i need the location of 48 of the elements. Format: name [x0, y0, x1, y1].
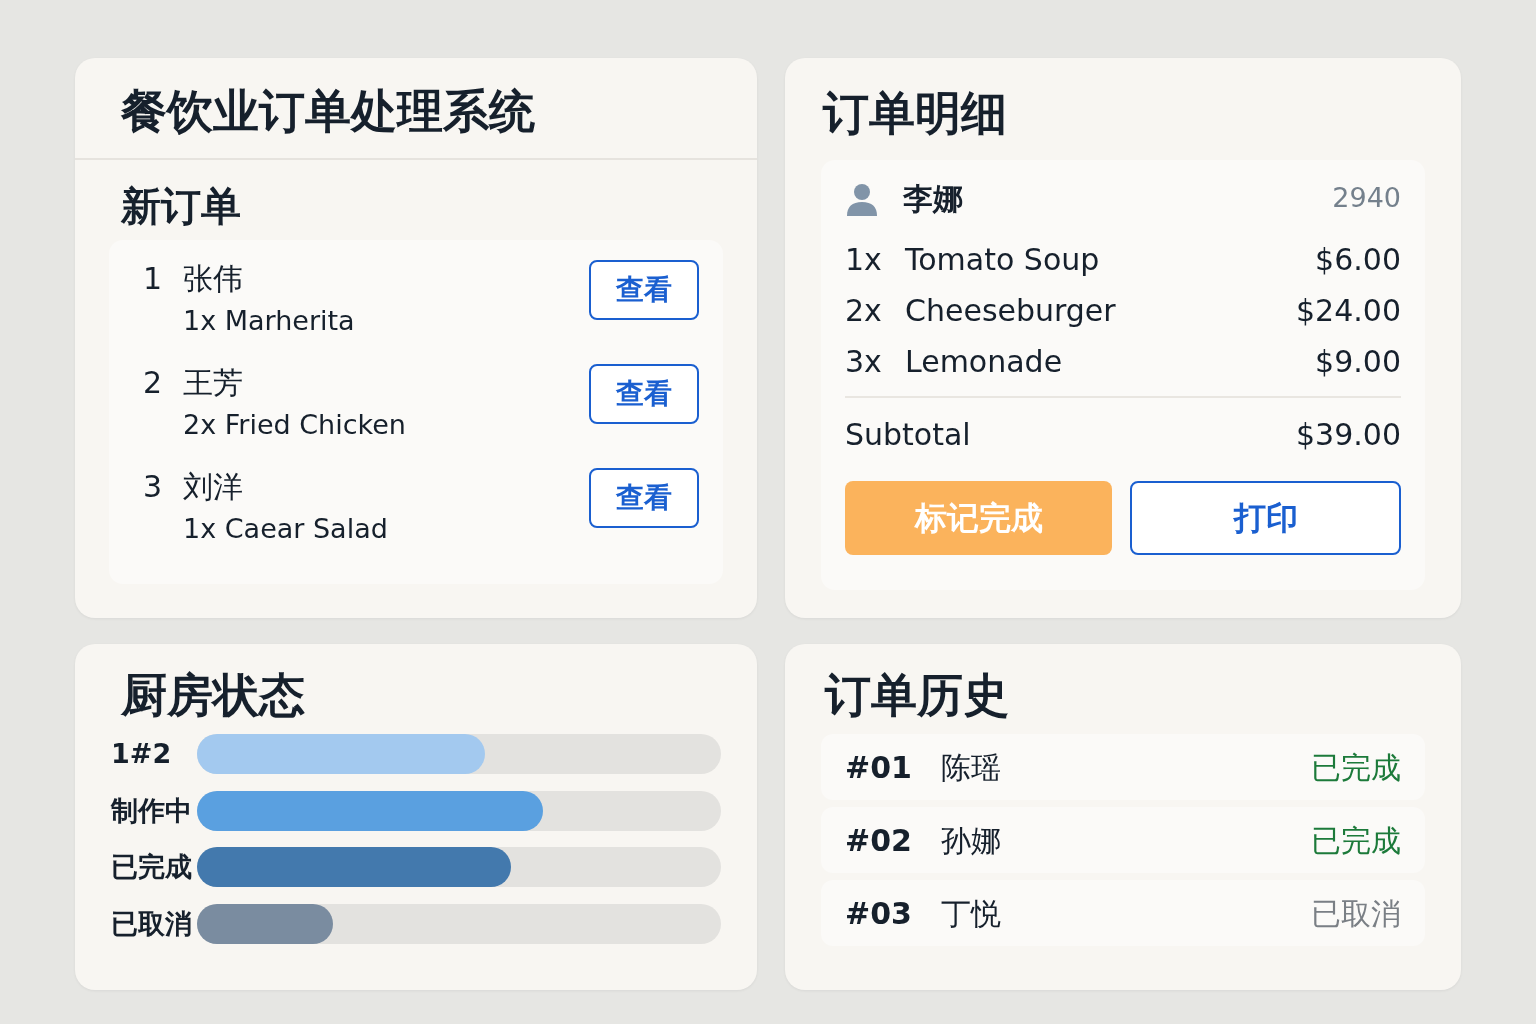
history-row[interactable]: #03 丁悦 已取消 [821, 880, 1425, 946]
order-items: 1x Marherita [183, 304, 356, 338]
panel-title: 厨房状态 [121, 672, 306, 718]
customer-name: 丁悦 [941, 894, 1002, 933]
status-label: 1#2 [111, 737, 173, 771]
order-number: 2 [142, 364, 164, 402]
item-quantity: 3x [845, 343, 883, 381]
panel-title: 订单明细 [823, 90, 1008, 136]
customer-name: 刘洋 [183, 468, 244, 506]
order-number: 3 [142, 468, 164, 506]
item-price: $24.00 [1296, 292, 1401, 330]
subtotal-value: $39.00 [1296, 416, 1401, 454]
app-title: 餐饮业订单处理系统 [121, 88, 536, 134]
customer-name: 张伟 [183, 260, 244, 298]
order-status: 已完成 [1311, 821, 1401, 860]
order-status: 已取消 [1311, 894, 1401, 933]
user-icon [845, 181, 879, 216]
status-label: 制作中 [111, 793, 193, 828]
section-title: 新订单 [121, 186, 242, 226]
item-quantity: 1x [845, 241, 883, 279]
view-button[interactable]: 查看 [589, 364, 699, 424]
panel-title: 订单历史 [825, 672, 1010, 718]
item-name: Lemonade [905, 343, 1064, 381]
order-id: 2940 [1332, 181, 1401, 216]
order-id: #02 [845, 821, 913, 860]
item-quantity: 2x [845, 292, 883, 330]
customer-name: 孙娜 [941, 821, 1002, 860]
status-label: 已取消 [111, 906, 193, 941]
view-button[interactable]: 查看 [589, 468, 699, 528]
status-label: 已完成 [111, 850, 193, 884]
customer-name: 李娜 [903, 180, 964, 218]
order-status: 已完成 [1311, 748, 1401, 787]
order-number: 1 [142, 260, 164, 298]
item-price: $9.00 [1315, 343, 1401, 381]
print-button[interactable]: 打印 [1130, 481, 1401, 555]
subtotal-label: Subtotal [845, 416, 972, 454]
item-price: $6.00 [1315, 241, 1401, 279]
order-id: #03 [845, 894, 913, 933]
view-button[interactable]: 查看 [589, 260, 699, 320]
item-name: Tomato Soup [905, 241, 1101, 279]
order-id: #01 [845, 748, 913, 787]
customer-name: 王芳 [183, 364, 244, 402]
order-items: 2x Fried Chicken [183, 408, 407, 442]
history-row[interactable]: #02 孙娜 已完成 [821, 807, 1425, 873]
item-name: Cheeseburger [905, 292, 1117, 330]
history-row[interactable]: #01 陈瑶 已完成 [821, 734, 1425, 800]
customer-name: 陈瑶 [941, 748, 1002, 787]
order-items: 1x Caear Salad [183, 512, 389, 546]
